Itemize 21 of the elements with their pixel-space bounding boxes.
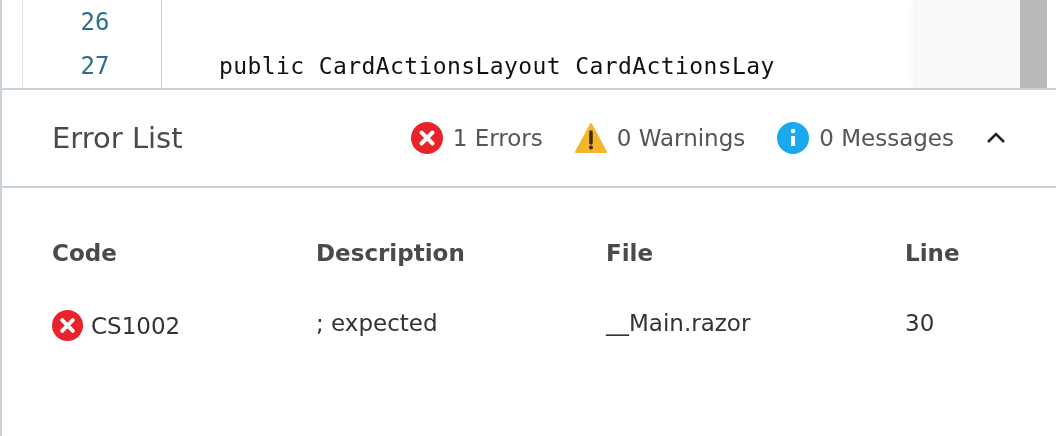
panel-title: Error List bbox=[52, 121, 184, 155]
column-header: Line bbox=[905, 240, 960, 266]
count-label[interactable]: 0 Messages bbox=[819, 125, 954, 151]
scrollbar-thumb[interactable] bbox=[1020, 0, 1047, 88]
table-cell: CS1002 bbox=[91, 312, 181, 339]
warning-icon bbox=[574, 122, 607, 154]
count-label[interactable]: 0 Warnings bbox=[616, 125, 746, 151]
line-number: 27 bbox=[79, 51, 111, 82]
line-number: 26 bbox=[79, 7, 111, 38]
table-cell: ; expected bbox=[316, 310, 438, 336]
info-icon bbox=[777, 122, 810, 154]
count-label[interactable]: 1 Errors bbox=[452, 125, 543, 151]
column-header: File bbox=[606, 240, 654, 266]
table-cell: 30 bbox=[905, 310, 935, 336]
error-icon bbox=[52, 310, 83, 341]
code-line: public CardActionsLayout CardActionsLay bbox=[218, 52, 776, 81]
column-header: Description bbox=[316, 240, 465, 266]
column-header: Code bbox=[52, 240, 117, 266]
error-icon bbox=[410, 122, 443, 154]
table-cell: __Main.razor bbox=[606, 310, 751, 336]
caret-icon bbox=[986, 132, 1006, 144]
